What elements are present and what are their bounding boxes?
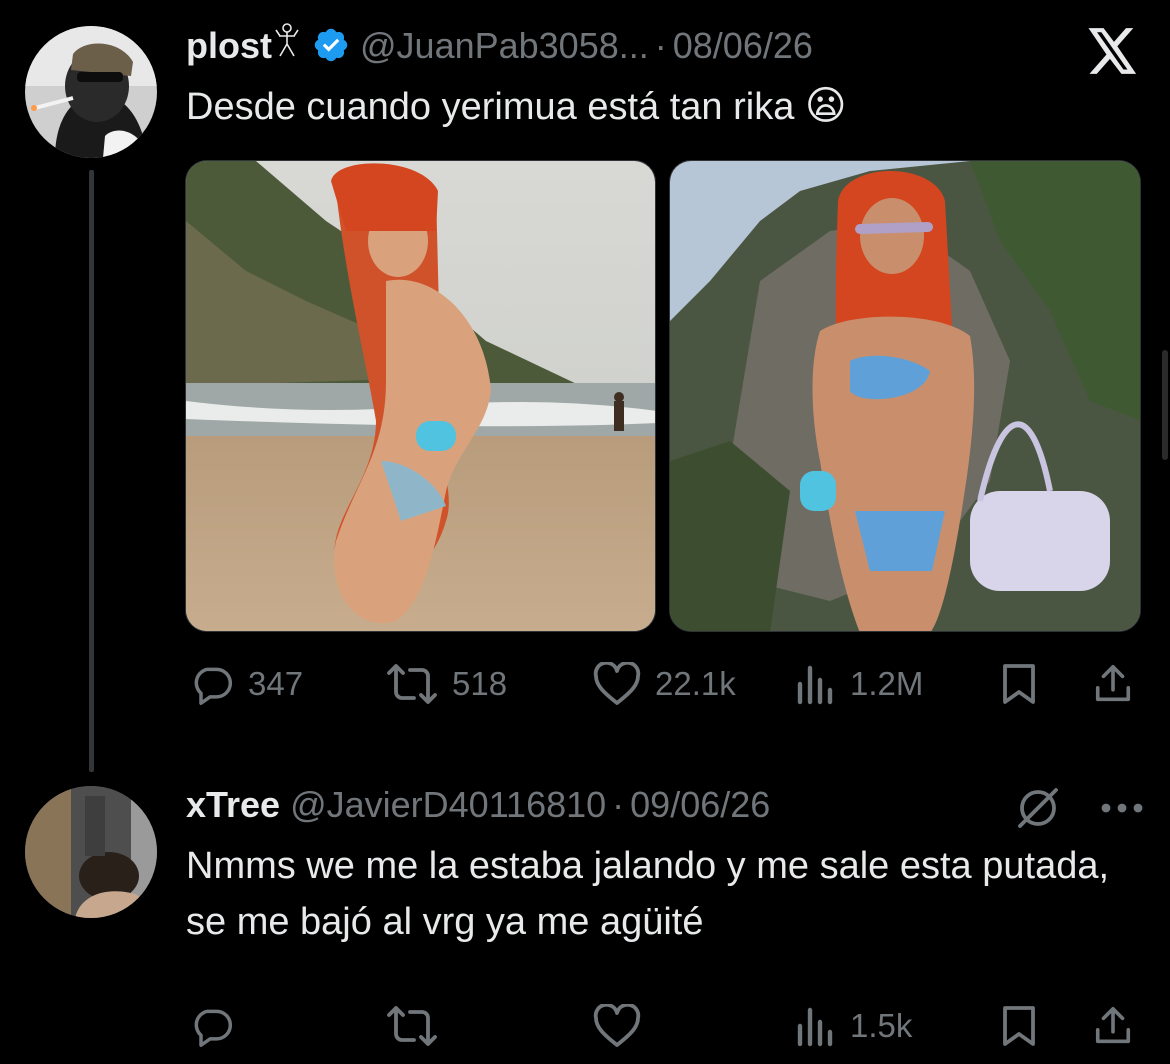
verified-badge-icon xyxy=(312,26,350,64)
separator-dot: · xyxy=(654,25,667,66)
display-name[interactable]: plost xyxy=(186,25,272,67)
grok-icon[interactable] xyxy=(1014,784,1062,832)
scrollbar[interactable] xyxy=(1162,350,1168,460)
like-count: 22.1k xyxy=(655,665,736,702)
retweet-button[interactable] xyxy=(386,996,438,1056)
avatar[interactable] xyxy=(25,26,157,158)
like-icon xyxy=(593,1004,641,1047)
tweet-menu xyxy=(1014,784,1144,832)
more-icon[interactable] xyxy=(1100,784,1144,832)
handle[interactable]: @JavierD40116810 xyxy=(290,784,606,826)
share-icon xyxy=(1095,665,1131,702)
like-button[interactable]: 22.1k xyxy=(593,654,736,714)
reply-icon xyxy=(194,667,233,705)
retweet-count: 518 xyxy=(452,665,508,702)
tweet-text: Desde cuando yerimua está tan rika 😦 xyxy=(186,78,847,135)
like-icon xyxy=(593,662,641,705)
worried-face-emoji: 😦 xyxy=(804,83,847,129)
handle[interactable]: @JuanPab3058... xyxy=(360,25,649,67)
tweet-header: xTree @JavierD40116810 · 09/06/26 xyxy=(186,784,770,826)
view-count: 1.2M xyxy=(850,665,924,702)
views-button[interactable]: 1.5k xyxy=(796,996,912,1056)
thread-line xyxy=(89,170,94,772)
reply-icon xyxy=(194,1009,233,1047)
bookmark-button[interactable] xyxy=(1000,654,1038,714)
like-button[interactable] xyxy=(593,996,641,1056)
view-count: 1.5k xyxy=(850,1007,913,1044)
retweet-icon xyxy=(387,664,437,704)
timestamp[interactable]: 08/06/26 xyxy=(673,25,813,67)
media-image-2[interactable] xyxy=(669,160,1141,632)
display-name[interactable]: xTree xyxy=(186,784,280,826)
tweet-main[interactable]: plost @JuanPab3058... · 08/06/26 Desde c… xyxy=(0,0,1170,772)
views-icon xyxy=(797,665,833,705)
share-icon xyxy=(1095,1007,1131,1044)
separator-dot: · xyxy=(612,784,625,825)
tweet-text: Nmms we me la estaba jalando y me sale e… xyxy=(186,838,1126,950)
retweet-button[interactable]: 518 xyxy=(386,654,507,714)
action-bar: 1.5k xyxy=(186,996,1140,1052)
bookmark-icon xyxy=(1003,1006,1035,1046)
reply-button[interactable]: 347 xyxy=(190,654,303,714)
name-emoji-icon xyxy=(274,22,300,58)
share-button[interactable] xyxy=(1092,996,1134,1056)
reply-button[interactable] xyxy=(190,996,234,1056)
timestamp[interactable]: 09/06/26 xyxy=(630,784,770,826)
tweet-reply[interactable]: xTree @JavierD40116810 · 09/06/26 Nmms w… xyxy=(0,772,1170,1064)
avatar[interactable] xyxy=(25,786,157,918)
views-icon xyxy=(797,1007,833,1047)
tweet-text-content: Desde cuando yerimua está tan rika xyxy=(186,86,795,128)
tweet-text-content: Nmms we me la estaba jalando y me sale e… xyxy=(186,845,1110,943)
action-bar: 347 518 22.1k 1.2M xyxy=(186,654,1140,714)
x-logo-icon[interactable] xyxy=(1088,28,1138,74)
share-button[interactable] xyxy=(1092,654,1134,714)
bookmark-icon xyxy=(1003,664,1035,704)
media-image-1[interactable] xyxy=(185,160,656,632)
tweet-header: plost @JuanPab3058... · 08/06/26 xyxy=(186,22,813,67)
bookmark-button[interactable] xyxy=(1000,996,1038,1056)
reply-count: 347 xyxy=(248,665,304,702)
views-button[interactable]: 1.2M xyxy=(796,654,923,714)
retweet-icon xyxy=(387,1006,437,1046)
